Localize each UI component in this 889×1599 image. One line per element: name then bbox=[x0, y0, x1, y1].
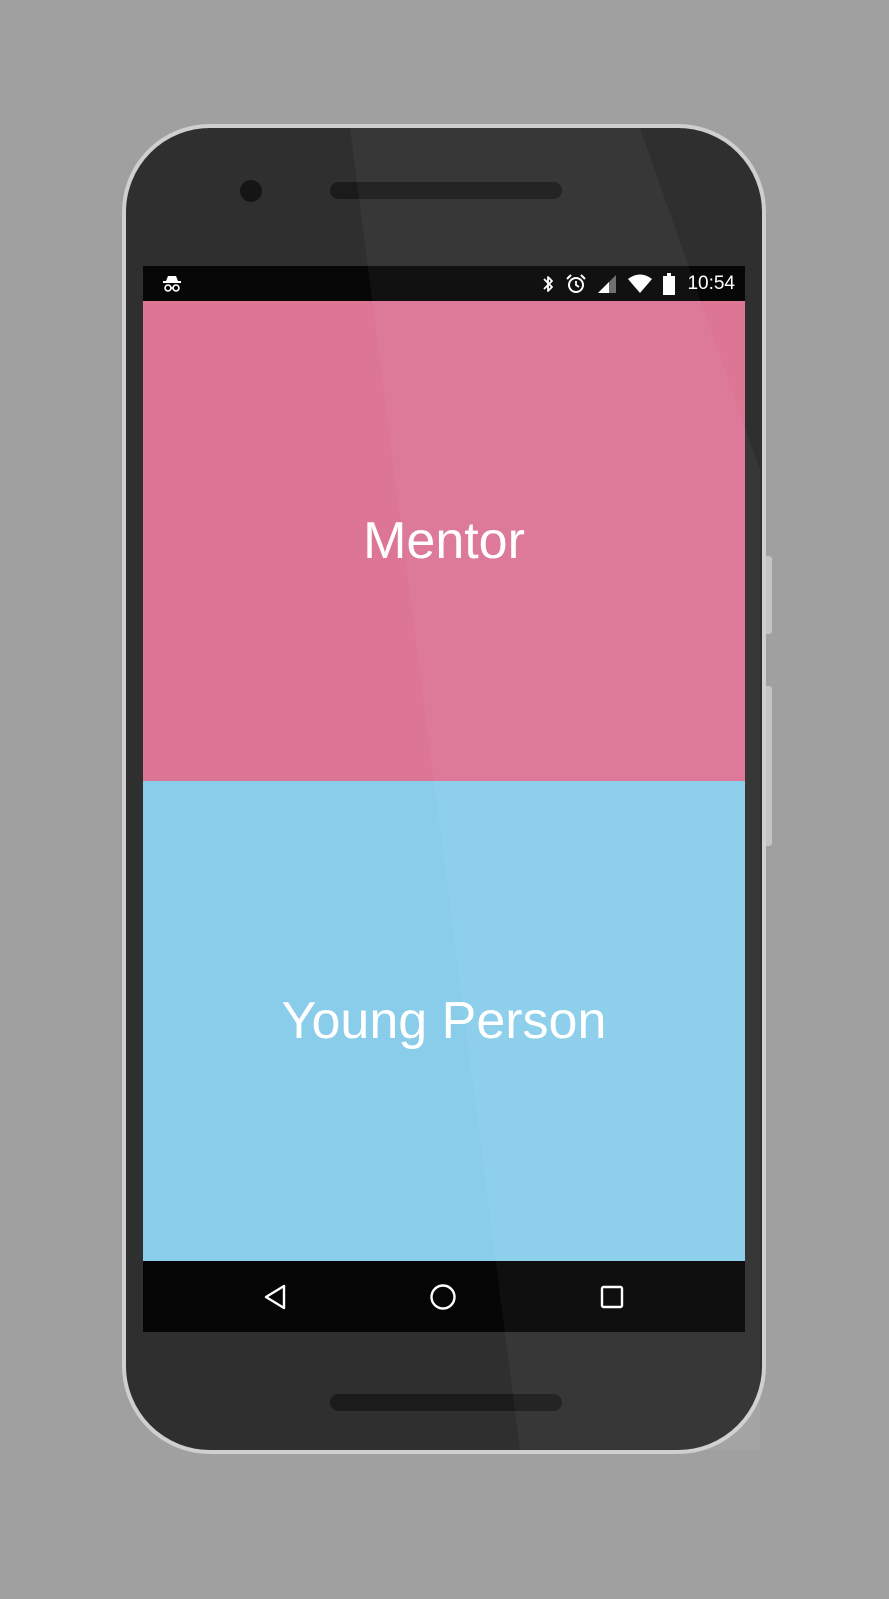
status-icons: 10:54 bbox=[541, 266, 735, 301]
recents-icon bbox=[600, 1285, 624, 1309]
recents-button[interactable] bbox=[594, 1279, 630, 1315]
incognito-icon bbox=[161, 273, 183, 295]
cell-signal-icon bbox=[597, 274, 617, 294]
bottom-speaker bbox=[330, 1394, 562, 1411]
power-button bbox=[766, 556, 772, 634]
earpiece-speaker bbox=[330, 182, 562, 199]
volume-button bbox=[766, 686, 772, 846]
alarm-icon bbox=[565, 273, 587, 295]
front-camera bbox=[240, 180, 262, 202]
back-button[interactable] bbox=[257, 1279, 293, 1315]
mentor-button[interactable]: Mentor bbox=[143, 301, 745, 781]
home-button[interactable] bbox=[425, 1279, 461, 1315]
device-screen: 10:54 Mentor Young Person bbox=[143, 266, 745, 1332]
status-bar: 10:54 bbox=[143, 266, 745, 301]
wifi-icon bbox=[627, 274, 653, 294]
young-person-label: Young Person bbox=[281, 992, 607, 1050]
mentor-label: Mentor bbox=[363, 512, 525, 570]
home-icon bbox=[430, 1284, 456, 1310]
back-icon bbox=[264, 1284, 286, 1310]
young-person-button[interactable]: Young Person bbox=[143, 781, 745, 1261]
bluetooth-icon bbox=[541, 273, 555, 295]
battery-icon bbox=[663, 272, 676, 295]
status-clock: 10:54 bbox=[687, 272, 735, 294]
navigation-bar bbox=[143, 1261, 745, 1332]
